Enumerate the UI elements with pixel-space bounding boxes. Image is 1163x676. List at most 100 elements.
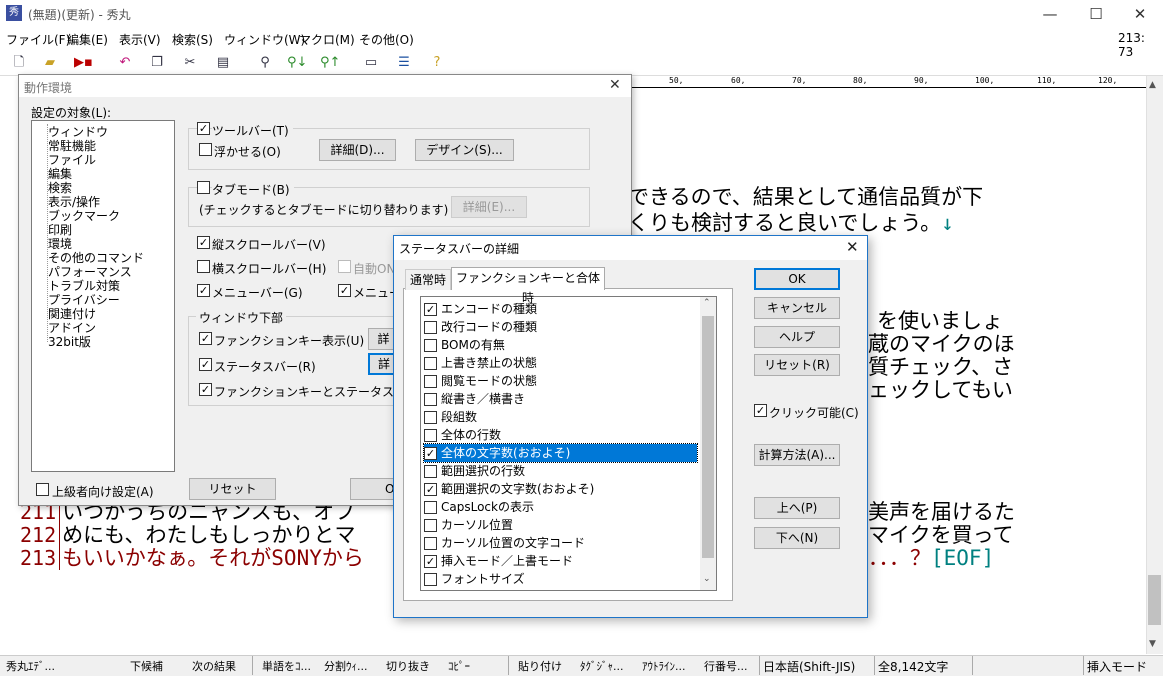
item-checkbox[interactable] xyxy=(424,501,437,514)
app-icon[interactable]: 秀 xyxy=(6,5,22,21)
window-split-icon[interactable]: ☰ xyxy=(395,54,413,72)
menu-macro[interactable]: マクロ(M) xyxy=(299,31,355,48)
list-item[interactable]: ✓ 挿入モード／上書モード xyxy=(424,552,697,570)
tree-item[interactable]: 32bit版 xyxy=(48,333,91,350)
list-item[interactable]: 段組数 xyxy=(424,408,697,426)
move-down-button[interactable]: 下へ(N) xyxy=(754,527,840,549)
copy-icon[interactable]: ❐ xyxy=(148,54,166,72)
editor-scrollbar[interactable] xyxy=(1146,76,1163,654)
fkey-f10[interactable]: ｱｳﾄﾗｲﾝ... xyxy=(642,658,686,674)
fkey-f7[interactable]: ｺﾋﾟｰ xyxy=(448,658,470,674)
item-checkbox[interactable] xyxy=(424,339,437,352)
tabmode-checkbox[interactable] xyxy=(197,181,210,194)
list-item[interactable]: 範囲選択の行数 xyxy=(424,462,697,480)
menu-other[interactable]: その他(O) xyxy=(359,31,414,48)
menu-window[interactable]: ウィンドウ(W) xyxy=(224,31,305,48)
search-down-icon[interactable]: ⚲↓ xyxy=(287,54,307,72)
tab-fkey-combined[interactable]: ファンクションキーと合体時 xyxy=(451,267,605,305)
list-item[interactable]: BOMの有無 xyxy=(424,336,697,354)
scroll-up-icon[interactable]: ▲ xyxy=(1149,80,1156,90)
fkey-f11[interactable]: 行番号... xyxy=(704,658,748,674)
reset-r-button[interactable]: リセット(R) xyxy=(754,354,840,376)
list-item[interactable]: ✓ 全体の文字数(おおよそ) xyxy=(423,443,698,463)
clickable-checkbox[interactable]: ✓ xyxy=(754,404,767,417)
list-item[interactable]: カーソル位置の文字コード xyxy=(424,534,697,552)
search-icon[interactable]: ⚲ xyxy=(256,54,274,72)
fkey-f9[interactable]: ﾀｸﾞｼﾞｬ... xyxy=(580,658,624,674)
cancel-button[interactable]: キャンセル xyxy=(754,297,840,319)
advanced-checkbox[interactable] xyxy=(36,483,49,496)
fkey-checkbox[interactable]: ✓ xyxy=(199,332,212,345)
tabmode-detail-button[interactable]: 詳細(E)... xyxy=(451,196,527,218)
open-folder-icon[interactable]: ▰ xyxy=(41,54,59,72)
editor-line-213[interactable]: 213 もいいかなぁ。それがSONYから xyxy=(20,542,364,572)
fkey-f2[interactable]: 下候補 xyxy=(130,658,163,674)
toolbar-checkbox[interactable]: ✓ xyxy=(197,122,210,135)
fkey-f3[interactable]: 次の結果 xyxy=(192,658,236,674)
vscroll-checkbox[interactable]: ✓ xyxy=(197,236,210,249)
list-item[interactable]: フォントサイズ xyxy=(424,570,697,588)
search-up-icon[interactable]: ⚲↑ xyxy=(320,54,340,72)
item-checkbox[interactable] xyxy=(424,411,437,424)
chevron-up-icon[interactable]: ⌃ xyxy=(703,298,711,308)
paste-icon[interactable]: ▤ xyxy=(214,54,232,72)
close-icon[interactable]: ✕ xyxy=(609,77,621,93)
list-item[interactable]: 縦書き／横書き xyxy=(424,390,697,408)
calc-method-button[interactable]: 計算方法(A)... xyxy=(754,444,840,466)
undo-icon[interactable]: ↶ xyxy=(116,54,134,72)
menubar-checkbox[interactable]: ✓ xyxy=(197,284,210,297)
scroll-thumb[interactable] xyxy=(1148,575,1161,625)
list-item[interactable]: カーソル位置 xyxy=(424,516,697,534)
fkey-f6[interactable]: 切り抜き xyxy=(386,658,430,674)
char-count-status[interactable]: 全8,142文字 xyxy=(878,658,948,675)
menubar2-checkbox[interactable]: ✓ xyxy=(338,284,351,297)
menu-edit[interactable]: 編集(E) xyxy=(67,31,108,48)
ok-button[interactable]: OK xyxy=(754,268,840,290)
insert-mode-status[interactable]: 挿入モード xyxy=(1087,658,1147,675)
hscroll-checkbox[interactable] xyxy=(197,260,210,273)
item-checkbox[interactable] xyxy=(424,375,437,388)
fkey-f4[interactable]: 単語をｺ... xyxy=(262,658,311,674)
list-item[interactable]: 閲覧モードの状態 xyxy=(424,372,697,390)
maximize-button[interactable]: ☐ xyxy=(1073,0,1119,28)
reset-button[interactable]: リセット xyxy=(189,478,276,500)
help-button[interactable]: ヘルプ xyxy=(754,326,840,348)
item-checkbox[interactable] xyxy=(424,465,437,478)
move-up-button[interactable]: 上へ(P) xyxy=(754,497,840,519)
item-checkbox[interactable]: ✓ xyxy=(424,303,437,316)
cut-icon[interactable]: ✂ xyxy=(181,54,199,72)
item-checkbox[interactable] xyxy=(424,537,437,550)
list-scroll-thumb[interactable] xyxy=(702,316,714,558)
menu-file[interactable]: ファイル(F) xyxy=(6,31,70,48)
fkey-f5[interactable]: 分割ｳｨ... xyxy=(324,658,368,674)
editor-text[interactable]: ェックしてもい xyxy=(868,374,1013,404)
list-item[interactable]: CapsLockの表示 xyxy=(424,498,697,516)
design-button[interactable]: デザイン(S)... xyxy=(415,139,514,161)
help-icon[interactable]: ? xyxy=(428,54,446,72)
menu-view[interactable]: 表示(V) xyxy=(119,31,161,48)
list-item[interactable]: ✓ 範囲選択の文字数(おおよそ) xyxy=(424,480,697,498)
grep-icon[interactable]: ▭ xyxy=(362,54,380,72)
encoding-status[interactable]: 日本語(Shift-JIS) xyxy=(763,658,855,675)
editor-text[interactable]: くりも検討すると良いでしょう。↓ xyxy=(628,207,954,237)
item-checkbox[interactable]: ✓ xyxy=(424,447,437,460)
fkey-f1[interactable]: 秀丸ｴﾃﾞ... xyxy=(6,658,55,674)
scroll-down-icon[interactable]: ▼ xyxy=(1149,639,1156,649)
item-checkbox[interactable] xyxy=(424,429,437,442)
list-item[interactable]: 改行コードの種類 xyxy=(424,318,697,336)
item-checkbox[interactable]: ✓ xyxy=(424,483,437,496)
env-ok-button[interactable]: O xyxy=(350,478,394,500)
float-checkbox[interactable] xyxy=(199,143,212,156)
minimize-button[interactable]: — xyxy=(1027,0,1073,28)
item-checkbox[interactable] xyxy=(424,519,437,532)
list-item[interactable]: ✓ エンコードの種類 xyxy=(424,300,697,318)
toolbar-detail-button[interactable]: 詳細(D)... xyxy=(319,139,396,161)
item-checkbox[interactable] xyxy=(424,357,437,370)
fkey-f8[interactable]: 貼り付け xyxy=(518,658,562,674)
save-icon[interactable]: ▶▪ xyxy=(74,54,93,72)
auto-on-checkbox[interactable] xyxy=(338,260,351,273)
item-checkbox[interactable] xyxy=(424,321,437,334)
chevron-down-icon[interactable]: ⌄ xyxy=(703,574,711,584)
item-checkbox[interactable] xyxy=(424,573,437,586)
menu-search[interactable]: 検索(S) xyxy=(172,31,213,48)
